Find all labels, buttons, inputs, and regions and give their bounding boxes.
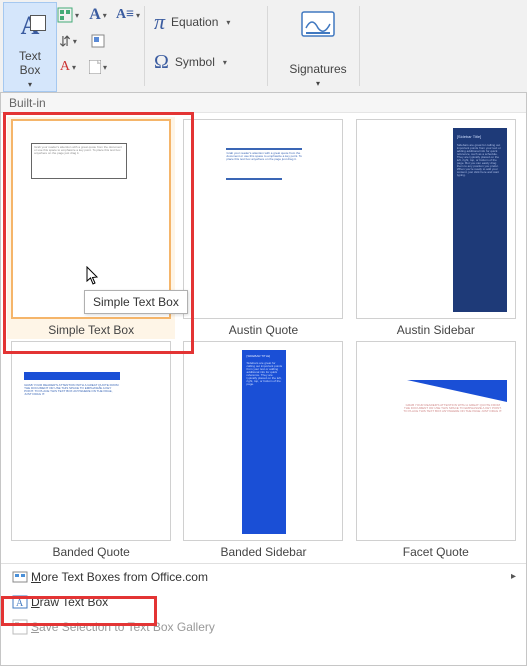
submenu-arrow-icon: ▸: [511, 571, 516, 582]
menu-save-selection[interactable]: Save Selection to Text Box Gallery: [1, 614, 526, 639]
gallery-item-label: Austin Sidebar: [397, 323, 475, 337]
dropcap-button[interactable]: A≡▾: [116, 4, 140, 26]
text-direction-icon: ⇵: [59, 33, 71, 50]
chevron-down-icon: ▾: [73, 37, 77, 46]
chevron-down-icon: ▾: [28, 80, 32, 89]
quick-parts-icon: [57, 7, 73, 23]
group-text-tools: ▾ A▾ A≡▾ ⇵▾ A▾ ▾: [50, 0, 145, 92]
symbol-label: Symbol: [175, 55, 215, 69]
ribbon: A Text Box ▾ ▾ A▾ A≡▾ ⇵▾: [0, 0, 527, 93]
page-icon: [89, 60, 101, 74]
chevron-down-icon: ▾: [103, 11, 107, 20]
tooltip: Simple Text Box: [84, 290, 188, 314]
object-button[interactable]: [86, 30, 110, 52]
gallery-item-label: Banded Sidebar: [220, 545, 306, 559]
text-box-label: Text Box: [19, 49, 41, 77]
chevron-down-icon: ▾: [223, 58, 227, 67]
root: A Text Box ▾ ▾ A▾ A≡▾ ⇵▾: [0, 0, 527, 666]
gallery-menu: More Text Boxes from Office.com ▸ A Draw…: [1, 563, 526, 639]
gallery-item-banded-quote[interactable]: GRAB YOUR READER'S ATTENTION WITH A GREA…: [9, 341, 173, 559]
gallery-item-label: Austin Quote: [229, 323, 298, 337]
menu-label: More Text Boxes from Office.com: [31, 570, 208, 584]
object-icon: [91, 34, 105, 48]
text-box-gallery: Built-in Grab your reader's attention wi…: [0, 92, 527, 666]
chevron-down-icon: ▾: [226, 18, 230, 27]
gallery-item-label: Facet Quote: [403, 545, 469, 559]
wordart-button[interactable]: A▾: [86, 4, 110, 26]
section-header-builtin: Built-in: [1, 93, 526, 113]
gallery-item-austin-quote[interactable]: Grab your reader's attention with a grea…: [181, 119, 345, 337]
gallery-item-austin-sidebar[interactable]: [Sidebar Title] Sidebars are great for c…: [354, 119, 518, 337]
chevron-down-icon: ▾: [75, 11, 79, 20]
gallery-item-label: Banded Quote: [52, 545, 129, 559]
chevron-down-icon: ▾: [72, 63, 76, 72]
equation-button[interactable]: π Equation ▾: [148, 2, 276, 46]
cursor-icon: [86, 266, 100, 286]
equation-label: Equation: [171, 15, 218, 29]
font-color-button[interactable]: A▾: [56, 56, 80, 78]
font-color-icon: A: [60, 59, 70, 75]
symbol-button[interactable]: Ω Symbol ▾: [148, 42, 276, 86]
chevron-down-icon: ▾: [316, 79, 320, 88]
signatures-label: Signatures: [289, 62, 346, 76]
menu-draw-text-box[interactable]: A Draw Text Box: [1, 589, 526, 614]
dropcap-icon: A≡: [116, 7, 134, 23]
omega-icon: Ω: [154, 51, 169, 74]
gallery-grid: Grab your reader's attention with a grea…: [1, 113, 526, 563]
textbox-frame-icon: [30, 15, 46, 31]
menu-more-office[interactable]: More Text Boxes from Office.com ▸: [1, 564, 526, 589]
page-icon-button[interactable]: ▾: [86, 56, 110, 78]
chevron-down-icon: ▾: [136, 11, 140, 20]
text-box-button[interactable]: A Text Box ▾: [3, 2, 57, 92]
pi-icon: π: [154, 9, 165, 35]
gallery-item-banded-sidebar[interactable]: [SIDEBAR TITLE] Sidebars are great for c…: [181, 341, 345, 559]
wordart-icon: A: [89, 6, 101, 24]
menu-label: Save Selection to Text Box Gallery: [31, 620, 215, 634]
facet-shape-icon: [407, 380, 507, 402]
svg-text:A: A: [16, 598, 24, 609]
signatures-button[interactable]: Signatures ▾: [276, 2, 360, 90]
menu-label: Draw Text Box: [31, 595, 108, 609]
gallery-item-label: Simple Text Box: [48, 323, 134, 337]
signature-icon: [300, 10, 336, 46]
draw-textbox-icon: A: [9, 594, 31, 610]
gallery-item-facet-quote[interactable]: GRAB YOUR READER'S ATTENTION WITH A GREA…: [354, 341, 518, 559]
group-textbox: A Text Box ▾: [0, 0, 50, 92]
quick-parts-button[interactable]: ▾: [56, 4, 80, 26]
chevron-down-icon: ▾: [103, 63, 107, 72]
save-gallery-icon: [9, 619, 31, 635]
group-symbols: π Equation ▾ Ω Symbol ▾: [148, 0, 268, 92]
text-direction-button[interactable]: ⇵▾: [56, 30, 80, 52]
group-signatures: Signatures ▾: [270, 0, 360, 92]
globe-icon: [9, 569, 31, 585]
